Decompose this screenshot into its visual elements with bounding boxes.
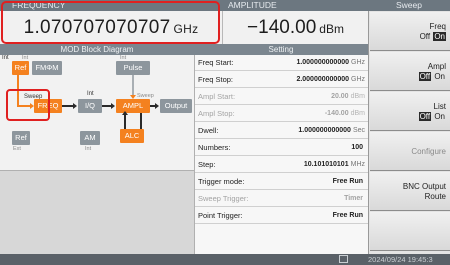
diagram-title: MOD Block Diagram — [0, 44, 194, 55]
pulse-block[interactable]: Pulse — [116, 61, 150, 75]
ext-label: Ext — [13, 146, 21, 152]
setting-value: 20.00 — [331, 93, 349, 100]
iq-input-arrow — [73, 103, 77, 109]
frequency-value: 1.070707070707 — [23, 17, 171, 38]
setting-label: Trigger mode: — [198, 177, 245, 186]
setting-label: Point Trigger: — [198, 211, 243, 220]
setting-row[interactable]: Point Trigger: Free Run — [195, 208, 369, 224]
setting-label: Step: — [198, 160, 216, 169]
setting-label: Ampl Stop: — [198, 109, 235, 118]
setting-title: Setting — [194, 44, 368, 55]
setting-row[interactable]: Dwell: 1.000000000000 Sec — [195, 123, 369, 139]
ampl-input-arrow — [111, 103, 115, 109]
fm-phim-block[interactable]: FMΦM — [32, 61, 62, 75]
setting-value: 1.000000000000 — [298, 127, 351, 134]
ampl-to-alc-wire — [140, 113, 142, 129]
freq-on-option: On — [433, 32, 446, 41]
bnc-label-line1: BNC Output — [402, 182, 446, 191]
alc-block[interactable]: ALC — [120, 129, 144, 143]
setting-unit: GHz — [351, 76, 365, 83]
setting-label: Freq Start: — [198, 58, 234, 67]
blank-softkey[interactable] — [370, 212, 450, 251]
setting-unit: Sec — [352, 127, 365, 134]
setting-label: Ampl Start: — [198, 92, 236, 101]
network-icon — [339, 255, 348, 263]
ampl-on-option: On — [434, 72, 445, 81]
output-block[interactable]: Output — [160, 99, 192, 113]
bnc-output-route-softkey[interactable]: BNC Output Route — [370, 172, 450, 211]
output-arrow — [155, 103, 159, 109]
setting-label: Numbers: — [198, 143, 231, 152]
status-datetime: 2024/09/24 19:45:3 — [368, 255, 433, 264]
bnc-label-line2: Route — [424, 192, 446, 201]
setting-label: Dwell: — [198, 126, 219, 135]
frequency-readout[interactable]: 1.070707070707 GHz — [0, 11, 222, 44]
setting-value: Free Run — [332, 178, 363, 185]
setting-row: Sweep Trigger: Timer — [195, 191, 369, 207]
setting-value: 10.101010101 — [303, 161, 349, 168]
amplitude-readout[interactable]: −140.00 dBm — [222, 11, 368, 44]
alc-feedback-arrow — [122, 111, 128, 115]
configure-label: Configure — [411, 147, 446, 156]
ref-top-block[interactable]: Ref — [12, 61, 29, 75]
list-sweep-softkey[interactable]: List Off On — [370, 92, 450, 131]
setting-value: Free Run — [332, 212, 363, 219]
ampl-sweep-softkey[interactable]: Ampl Off On — [370, 52, 450, 91]
configure-softkey[interactable]: Configure — [370, 132, 450, 171]
setting-row[interactable]: Step: 10.101010101 MHz — [195, 157, 369, 173]
int-label: Int — [2, 55, 9, 61]
setting-value: Timer — [344, 195, 363, 202]
setting-row[interactable]: Freq Start: 1.000000000000 GHz — [195, 55, 369, 71]
frequency-unit: GHz — [173, 22, 199, 36]
setting-table: Freq Start: 1.000000000000 GHz Freq Stop: 2… — [194, 55, 369, 254]
softkey-panel: Freq Off On Ampl Off On List Off On Conf… — [368, 11, 450, 254]
setting-unit: dBm — [350, 93, 365, 100]
setting-row[interactable]: Trigger mode: Free Run — [195, 174, 369, 190]
setting-value: 2.000000000000 — [296, 76, 349, 83]
setting-label: Freq Stop: — [198, 75, 234, 84]
sweep-menu-title: Sweep — [368, 0, 450, 11]
setting-value: -140.00 — [324, 110, 349, 117]
setting-row: Ampl Stop: -140.00 dBm — [195, 106, 369, 122]
list-on-option: On — [434, 112, 445, 121]
pulse-wire — [132, 75, 134, 96]
frequency-header: FREQUENCY — [0, 0, 222, 11]
setting-unit: MHz — [350, 161, 365, 168]
amplitude-value: −140.00 — [247, 17, 317, 38]
list-off-option: Off — [418, 112, 432, 121]
setting-value: 100 — [351, 144, 363, 151]
setting-row: Ampl Start: 20.00 dBm — [195, 89, 369, 105]
setting-value: 1.000000000000 — [296, 59, 349, 66]
amplitude-header: AMPLITUDE — [222, 0, 368, 11]
am-block[interactable]: AM — [80, 131, 100, 145]
ref-bottom-block[interactable]: Ref — [12, 131, 30, 145]
list-softkey-label: List — [433, 102, 446, 111]
status-bar: 2024/09/24 19:45:3 — [0, 254, 450, 265]
freq-off-option: Off — [419, 32, 431, 41]
am-int-label: Int — [85, 146, 92, 152]
setting-row[interactable]: Freq Stop: 2.000000000000 GHz — [195, 72, 369, 88]
setting-unit: GHz — [351, 59, 365, 66]
ampl-softkey-label: Ampl — [427, 62, 446, 71]
iq-int-label: Int — [87, 91, 94, 97]
setting-unit: dBm — [350, 110, 365, 117]
freq-softkey-label: Freq — [429, 22, 446, 31]
iq-block[interactable]: I/Q — [78, 99, 102, 113]
setting-label: Sweep Trigger: — [198, 194, 249, 203]
left-empty-panel — [0, 170, 194, 254]
freq-sweep-softkey[interactable]: Freq Off On — [370, 12, 450, 51]
setting-row[interactable]: Numbers: 100 — [195, 140, 369, 156]
alc-to-ampl-wire — [124, 113, 126, 129]
ampl-off-option: Off — [418, 72, 432, 81]
amplitude-unit: dBm — [319, 22, 344, 36]
mod-block-diagram: Int Int Int Ref FMΦM Pulse Sweep Sweep I… — [0, 55, 194, 170]
sweep-freq-highlight — [6, 89, 50, 121]
